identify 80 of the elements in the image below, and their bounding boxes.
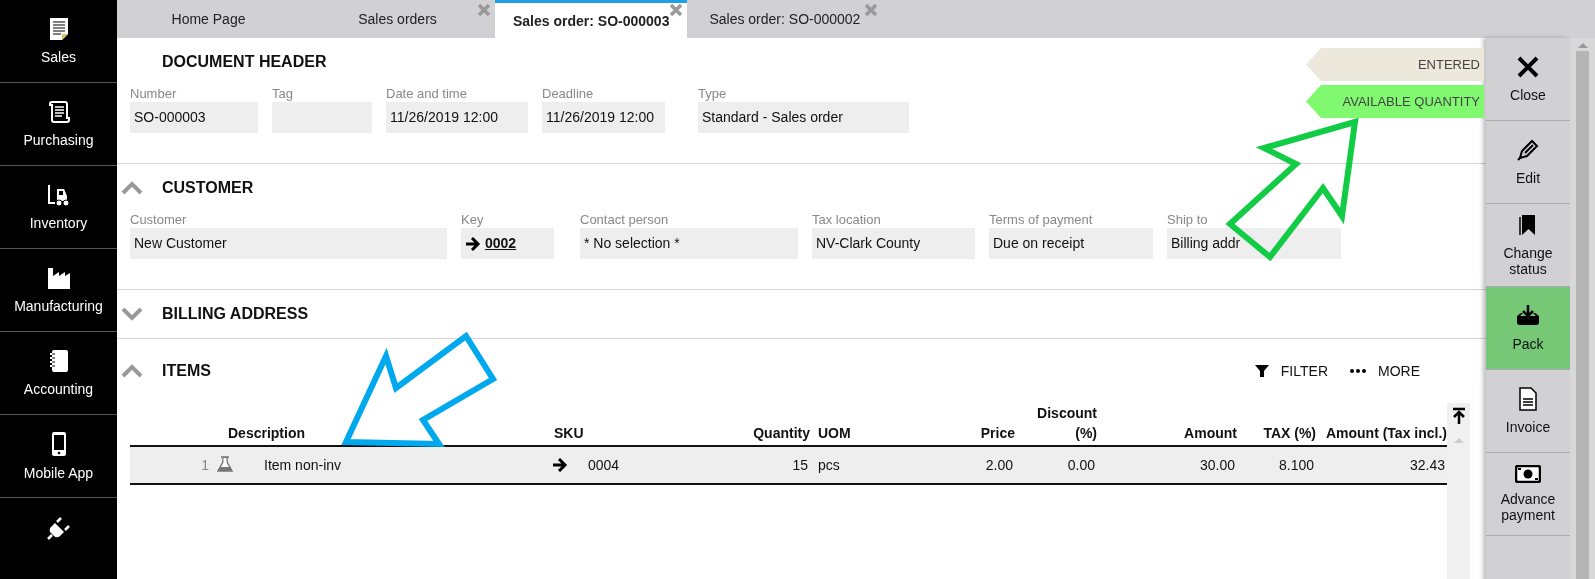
input-field[interactable]: 11/26/2019 12:00 [386, 102, 528, 133]
input-field[interactable]: New Customer [130, 228, 447, 259]
column-header[interactable]: TAX (%) [1237, 423, 1316, 443]
close-icon[interactable] [864, 3, 879, 17]
tray-download-icon [1515, 304, 1541, 328]
forklift-icon [46, 183, 71, 207]
scroll-icon [46, 100, 71, 124]
field-label: Customer [130, 212, 188, 228]
input-field[interactable]: * No selection * [580, 228, 798, 259]
field-label: Key [461, 212, 485, 228]
factory-icon [46, 266, 71, 290]
column-header[interactable]: UOM [810, 423, 900, 443]
table-cell-text: 0.00 [1066, 457, 1096, 473]
field-label: Number [130, 86, 178, 102]
document-icon [1518, 387, 1538, 411]
document-icon [47, 17, 70, 41]
chevron-down-icon[interactable] [121, 307, 143, 321]
chevron-up-icon[interactable] [121, 364, 143, 378]
more-button[interactable]: MORE [1350, 363, 1420, 379]
table-cell-text: 8.100 [1277, 457, 1315, 473]
input-field[interactable]: Billing addr [1167, 228, 1341, 259]
phone-icon [50, 431, 67, 457]
tab[interactable]: Home Page [117, 0, 300, 38]
section-title: BILLING ADDRESS [162, 305, 309, 323]
row-number: 1 [200, 457, 210, 473]
column-header[interactable]: Discount (%) [1015, 403, 1097, 443]
table-cell: 0004 [588, 457, 620, 473]
close-icon[interactable] [669, 3, 684, 17]
column-header[interactable]: Quantity [700, 423, 810, 443]
status-tag: ENTERED [1306, 48, 1484, 81]
input-field[interactable]: Due on receipt [989, 228, 1153, 259]
action-button[interactable]: Pack [1486, 287, 1570, 370]
field-label: Date and time [386, 86, 468, 102]
plug-icon [46, 516, 71, 540]
field-label: Terms of payment [989, 212, 1094, 228]
field-label: Tax location [812, 212, 882, 228]
tab[interactable]: Sales order: SO-000002 [687, 0, 883, 38]
field-label: Contact person [580, 212, 670, 228]
scroll-up-icon[interactable] [1577, 42, 1588, 48]
filter-button[interactable]: FILTER [1254, 363, 1328, 379]
table-cell-text: 2.00 [984, 457, 1014, 473]
column-header[interactable]: Amount [1097, 423, 1237, 443]
notebook-icon [47, 349, 70, 373]
key-field[interactable]: 0002 [461, 228, 554, 259]
input-field[interactable]: Standard - Sales order [698, 102, 909, 133]
table-cell-text: 15 [791, 457, 809, 473]
close-icon[interactable] [477, 3, 491, 17]
status-tag: AVAILABLE QUANTITY [1306, 85, 1484, 118]
table-cell-text: 30.00 [1198, 457, 1236, 473]
input-field[interactable]: SO-000003 [130, 102, 258, 133]
tab[interactable]: Sales orders [300, 0, 495, 38]
scroll-to-top-icon[interactable] [1451, 407, 1466, 425]
column-header[interactable]: Description [215, 423, 550, 443]
pen-icon [1516, 138, 1540, 162]
bookmark-icon [1518, 213, 1538, 237]
column-header[interactable]: Price [900, 423, 1015, 443]
more-icon [1350, 369, 1366, 373]
arrow-right-icon [552, 458, 568, 472]
input-field[interactable]: NV-Clark County [812, 228, 975, 259]
flask-icon [217, 455, 233, 472]
tab[interactable]: Sales order: SO-000003 [495, 0, 688, 38]
banknote-icon [1515, 465, 1541, 483]
table-cell-text: Item non-inv [263, 457, 343, 473]
field-label: Tag [272, 86, 294, 102]
arrow-right-icon [465, 236, 481, 251]
close-icon [1516, 55, 1540, 79]
table-cell-text: pcs [817, 457, 841, 473]
column-header[interactable]: Amount (Tax incl.) [1316, 423, 1447, 443]
input-field[interactable]: 11/26/2019 12:00 [542, 102, 665, 133]
scrollbar-thumb[interactable] [1576, 51, 1589, 579]
chevron-up-icon[interactable] [121, 181, 143, 195]
section-title: CUSTOMER [162, 179, 254, 197]
field-label: Ship to [1167, 212, 1209, 228]
field-label: Type [698, 86, 728, 102]
column-header[interactable]: SKU [550, 423, 700, 443]
section-title: ITEMS [162, 362, 211, 380]
section-title: DOCUMENT HEADER [162, 53, 327, 71]
table-cell-text: 32.43 [1408, 457, 1446, 473]
field-label: Deadline [542, 86, 595, 102]
filter-icon [1254, 364, 1269, 378]
